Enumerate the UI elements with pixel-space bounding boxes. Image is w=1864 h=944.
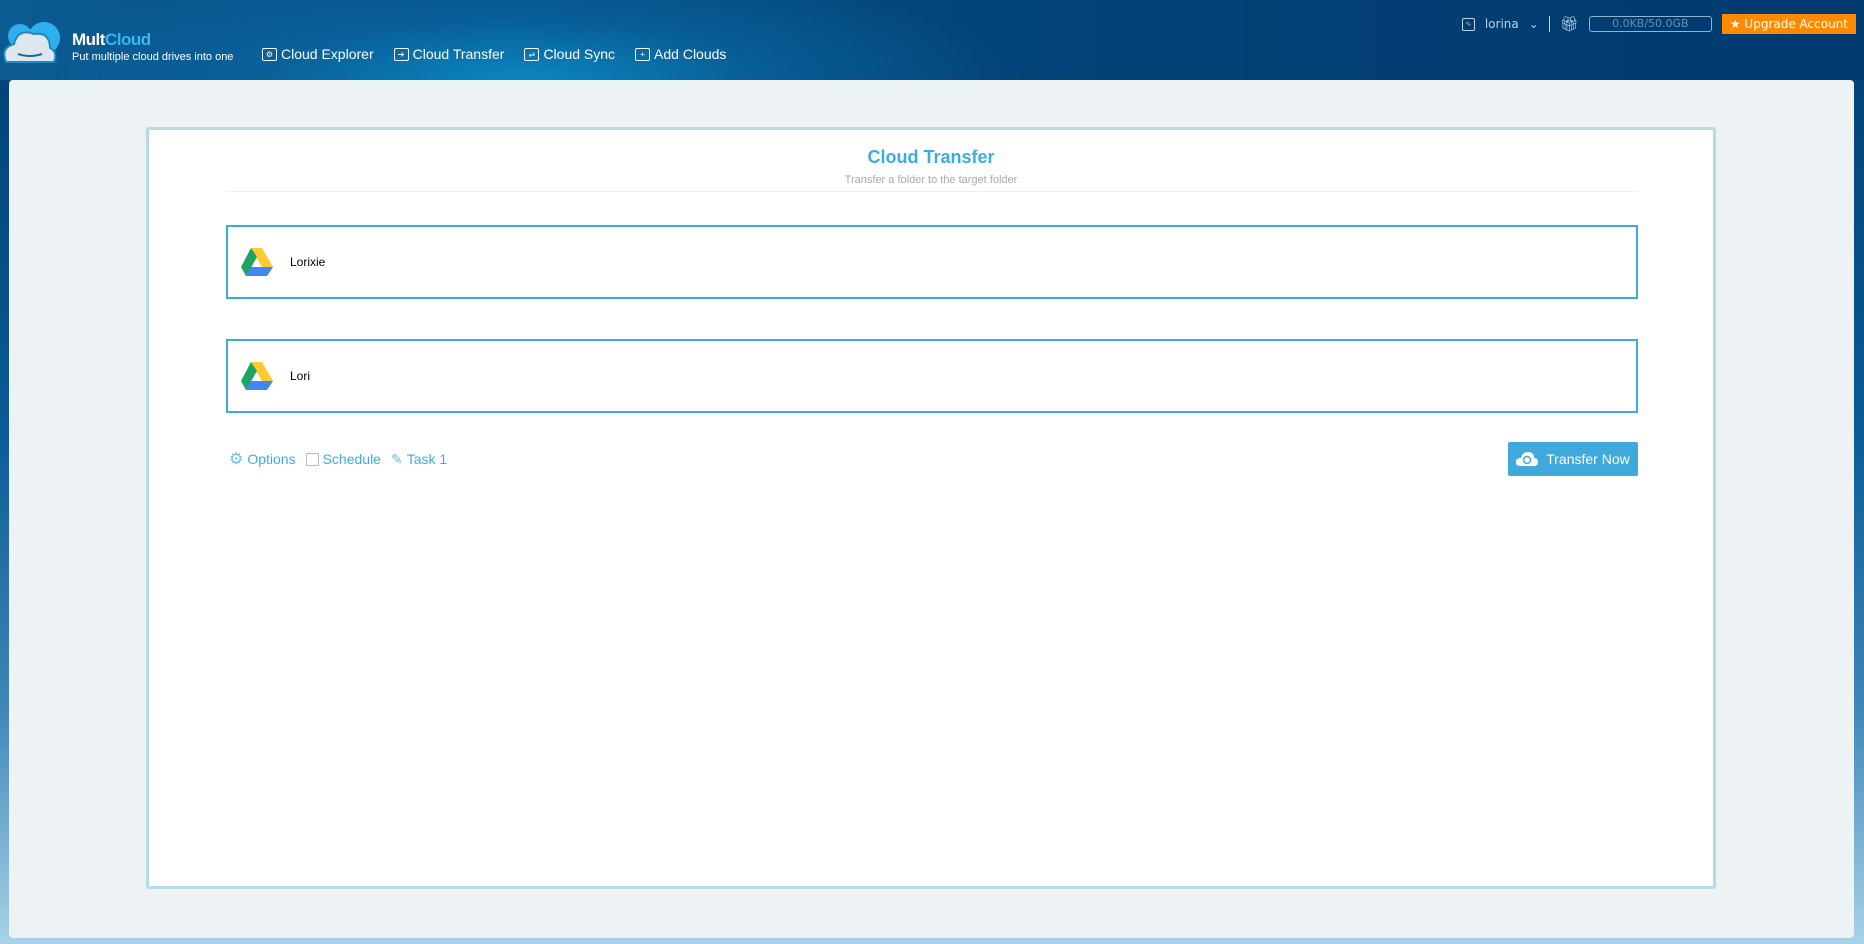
divider	[1548, 16, 1550, 32]
gift-icon[interactable]: 🎁︎	[1560, 15, 1579, 33]
brand-part: Mult	[72, 30, 105, 49]
target-drive-box[interactable]: Lori	[226, 339, 1638, 413]
source-drive-name: Lorixie	[290, 255, 326, 269]
folder-gear-icon: ⚙	[262, 47, 277, 61]
nav-label: Cloud Transfer	[412, 46, 505, 62]
nav-add-clouds[interactable]: + Add Clouds	[635, 46, 726, 62]
page-subtitle: Transfer a folder to the target folder	[844, 174, 1018, 186]
user-menu[interactable]: lorina	[1485, 17, 1519, 31]
brand-part: Cloud	[104, 30, 151, 49]
nav-label: Cloud Explorer	[281, 46, 374, 62]
tagline: Put multiple cloud drives into one	[72, 51, 234, 63]
options-label: Options	[247, 451, 296, 467]
page-title: Cloud Transfer	[867, 147, 995, 167]
divider	[226, 191, 1638, 192]
options-row: ⚙ Options Schedule ✎ Task 1	[229, 449, 447, 469]
edit-icon: ✎	[390, 450, 403, 467]
cloud-sync-icon	[1516, 452, 1539, 466]
top-header: MultCloud Put multiple cloud drives into…	[0, 0, 1864, 80]
chevron-down-icon[interactable]: ⌄	[1529, 17, 1539, 31]
nav-label: Cloud Sync	[543, 46, 616, 62]
options-link[interactable]: ⚙ Options	[229, 449, 296, 469]
nav-cloud-transfer[interactable]: ➔ Cloud Transfer	[393, 46, 505, 62]
multcloud-logo-icon	[3, 22, 60, 63]
storage-usage: 0.0KB/50.0GB	[1588, 16, 1712, 32]
nav-cloud-sync[interactable]: ⇌ Cloud Sync	[524, 46, 615, 62]
transfer-card: Cloud Transfer Transfer a folder to the …	[146, 127, 1716, 889]
folder-plus-icon: +	[635, 47, 651, 61]
gear-icon: ⚙	[229, 451, 244, 468]
brand-name[interactable]: MultCloud	[72, 30, 151, 50]
nav-label: Add Clouds	[654, 46, 727, 62]
nav-cloud-explorer[interactable]: ⚙ Cloud Explorer	[262, 46, 374, 62]
schedule-checkbox[interactable]: Schedule	[305, 451, 381, 467]
task-label: Task 1	[406, 451, 448, 467]
monitor-icon[interactable]: ∿	[1461, 17, 1475, 31]
main-nav: ⚙ Cloud Explorer ➔ Cloud Transfer ⇌ Cloud S…	[262, 46, 726, 62]
checkbox-icon[interactable]	[305, 452, 319, 466]
google-drive-icon	[241, 248, 273, 276]
folder-arrow-icon: ➔	[393, 47, 409, 61]
transfer-now-button[interactable]: Transfer Now	[1508, 442, 1638, 476]
account-area: ∿ lorina ⌄ 🎁︎ 0.0KB/50.0GB ★ Upgrade Acc…	[1461, 14, 1856, 34]
task-name-edit[interactable]: ✎ Task 1	[391, 451, 447, 468]
transfer-now-label: Transfer Now	[1546, 451, 1630, 467]
google-drive-icon	[241, 362, 273, 390]
folder-sync-icon: ⇌	[524, 47, 540, 61]
target-drive-name: Lori	[290, 369, 311, 383]
source-drive-box[interactable]: Lorixie	[226, 225, 1638, 299]
schedule-label: Schedule	[322, 451, 381, 467]
upgrade-account-button[interactable]: ★ Upgrade Account	[1721, 14, 1856, 34]
